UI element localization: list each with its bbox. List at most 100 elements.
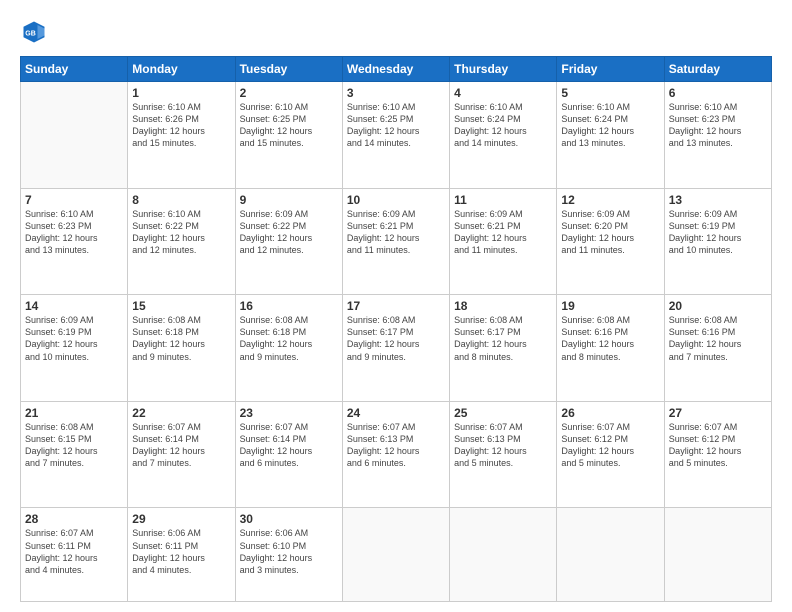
day-number: 28 xyxy=(25,512,123,526)
calendar-table: SundayMondayTuesdayWednesdayThursdayFrid… xyxy=(20,56,772,602)
day-info: Sunrise: 6:09 AM Sunset: 6:21 PM Dayligh… xyxy=(347,208,445,257)
calendar-cell: 22Sunrise: 6:07 AM Sunset: 6:14 PM Dayli… xyxy=(128,401,235,508)
weekday-thursday: Thursday xyxy=(450,57,557,82)
day-number: 9 xyxy=(240,193,338,207)
calendar-cell: 16Sunrise: 6:08 AM Sunset: 6:18 PM Dayli… xyxy=(235,295,342,402)
day-number: 11 xyxy=(454,193,552,207)
day-number: 18 xyxy=(454,299,552,313)
day-number: 26 xyxy=(561,406,659,420)
calendar-row-2: 7Sunrise: 6:10 AM Sunset: 6:23 PM Daylig… xyxy=(21,188,772,295)
day-info: Sunrise: 6:07 AM Sunset: 6:12 PM Dayligh… xyxy=(669,421,767,470)
day-number: 22 xyxy=(132,406,230,420)
header: GB xyxy=(20,18,772,46)
day-number: 13 xyxy=(669,193,767,207)
day-number: 21 xyxy=(25,406,123,420)
day-number: 23 xyxy=(240,406,338,420)
weekday-saturday: Saturday xyxy=(664,57,771,82)
day-info: Sunrise: 6:10 AM Sunset: 6:23 PM Dayligh… xyxy=(25,208,123,257)
calendar-cell: 3Sunrise: 6:10 AM Sunset: 6:25 PM Daylig… xyxy=(342,82,449,189)
calendar-cell xyxy=(450,508,557,602)
calendar-cell: 15Sunrise: 6:08 AM Sunset: 6:18 PM Dayli… xyxy=(128,295,235,402)
day-info: Sunrise: 6:10 AM Sunset: 6:25 PM Dayligh… xyxy=(347,101,445,150)
calendar-cell: 8Sunrise: 6:10 AM Sunset: 6:22 PM Daylig… xyxy=(128,188,235,295)
day-number: 29 xyxy=(132,512,230,526)
day-info: Sunrise: 6:06 AM Sunset: 6:11 PM Dayligh… xyxy=(132,527,230,576)
day-info: Sunrise: 6:08 AM Sunset: 6:15 PM Dayligh… xyxy=(25,421,123,470)
calendar-cell: 27Sunrise: 6:07 AM Sunset: 6:12 PM Dayli… xyxy=(664,401,771,508)
day-info: Sunrise: 6:07 AM Sunset: 6:12 PM Dayligh… xyxy=(561,421,659,470)
calendar-cell: 4Sunrise: 6:10 AM Sunset: 6:24 PM Daylig… xyxy=(450,82,557,189)
calendar-cell: 25Sunrise: 6:07 AM Sunset: 6:13 PM Dayli… xyxy=(450,401,557,508)
day-number: 5 xyxy=(561,86,659,100)
day-info: Sunrise: 6:07 AM Sunset: 6:11 PM Dayligh… xyxy=(25,527,123,576)
calendar-cell: 7Sunrise: 6:10 AM Sunset: 6:23 PM Daylig… xyxy=(21,188,128,295)
calendar-cell: 21Sunrise: 6:08 AM Sunset: 6:15 PM Dayli… xyxy=(21,401,128,508)
day-number: 15 xyxy=(132,299,230,313)
day-number: 8 xyxy=(132,193,230,207)
day-number: 30 xyxy=(240,512,338,526)
day-info: Sunrise: 6:06 AM Sunset: 6:10 PM Dayligh… xyxy=(240,527,338,576)
day-info: Sunrise: 6:08 AM Sunset: 6:18 PM Dayligh… xyxy=(132,314,230,363)
calendar-cell: 13Sunrise: 6:09 AM Sunset: 6:19 PM Dayli… xyxy=(664,188,771,295)
day-info: Sunrise: 6:08 AM Sunset: 6:17 PM Dayligh… xyxy=(347,314,445,363)
day-info: Sunrise: 6:07 AM Sunset: 6:13 PM Dayligh… xyxy=(454,421,552,470)
calendar-row-4: 21Sunrise: 6:08 AM Sunset: 6:15 PM Dayli… xyxy=(21,401,772,508)
calendar-cell: 23Sunrise: 6:07 AM Sunset: 6:14 PM Dayli… xyxy=(235,401,342,508)
day-number: 24 xyxy=(347,406,445,420)
day-number: 27 xyxy=(669,406,767,420)
weekday-wednesday: Wednesday xyxy=(342,57,449,82)
day-info: Sunrise: 6:10 AM Sunset: 6:24 PM Dayligh… xyxy=(454,101,552,150)
calendar-cell: 26Sunrise: 6:07 AM Sunset: 6:12 PM Dayli… xyxy=(557,401,664,508)
calendar-cell: 18Sunrise: 6:08 AM Sunset: 6:17 PM Dayli… xyxy=(450,295,557,402)
calendar-row-3: 14Sunrise: 6:09 AM Sunset: 6:19 PM Dayli… xyxy=(21,295,772,402)
day-info: Sunrise: 6:10 AM Sunset: 6:25 PM Dayligh… xyxy=(240,101,338,150)
day-info: Sunrise: 6:07 AM Sunset: 6:14 PM Dayligh… xyxy=(240,421,338,470)
day-info: Sunrise: 6:09 AM Sunset: 6:22 PM Dayligh… xyxy=(240,208,338,257)
calendar-cell xyxy=(664,508,771,602)
calendar-cell: 10Sunrise: 6:09 AM Sunset: 6:21 PM Dayli… xyxy=(342,188,449,295)
calendar-cell: 19Sunrise: 6:08 AM Sunset: 6:16 PM Dayli… xyxy=(557,295,664,402)
calendar-cell xyxy=(342,508,449,602)
logo: GB xyxy=(20,18,52,46)
calendar-cell: 29Sunrise: 6:06 AM Sunset: 6:11 PM Dayli… xyxy=(128,508,235,602)
day-number: 19 xyxy=(561,299,659,313)
calendar-row-1: 1Sunrise: 6:10 AM Sunset: 6:26 PM Daylig… xyxy=(21,82,772,189)
calendar-cell: 24Sunrise: 6:07 AM Sunset: 6:13 PM Dayli… xyxy=(342,401,449,508)
calendar-cell: 1Sunrise: 6:10 AM Sunset: 6:26 PM Daylig… xyxy=(128,82,235,189)
day-number: 12 xyxy=(561,193,659,207)
weekday-monday: Monday xyxy=(128,57,235,82)
day-info: Sunrise: 6:07 AM Sunset: 6:14 PM Dayligh… xyxy=(132,421,230,470)
calendar-cell: 11Sunrise: 6:09 AM Sunset: 6:21 PM Dayli… xyxy=(450,188,557,295)
day-number: 1 xyxy=(132,86,230,100)
day-number: 10 xyxy=(347,193,445,207)
day-info: Sunrise: 6:10 AM Sunset: 6:26 PM Dayligh… xyxy=(132,101,230,150)
calendar-cell: 12Sunrise: 6:09 AM Sunset: 6:20 PM Dayli… xyxy=(557,188,664,295)
day-info: Sunrise: 6:08 AM Sunset: 6:16 PM Dayligh… xyxy=(669,314,767,363)
weekday-tuesday: Tuesday xyxy=(235,57,342,82)
day-number: 7 xyxy=(25,193,123,207)
day-number: 3 xyxy=(347,86,445,100)
svg-text:GB: GB xyxy=(25,31,36,38)
calendar-cell: 14Sunrise: 6:09 AM Sunset: 6:19 PM Dayli… xyxy=(21,295,128,402)
logo-icon: GB xyxy=(20,18,48,46)
calendar-cell: 20Sunrise: 6:08 AM Sunset: 6:16 PM Dayli… xyxy=(664,295,771,402)
day-number: 17 xyxy=(347,299,445,313)
day-info: Sunrise: 6:10 AM Sunset: 6:23 PM Dayligh… xyxy=(669,101,767,150)
day-number: 6 xyxy=(669,86,767,100)
day-number: 16 xyxy=(240,299,338,313)
calendar-cell: 5Sunrise: 6:10 AM Sunset: 6:24 PM Daylig… xyxy=(557,82,664,189)
calendar-cell: 30Sunrise: 6:06 AM Sunset: 6:10 PM Dayli… xyxy=(235,508,342,602)
calendar-cell xyxy=(557,508,664,602)
day-info: Sunrise: 6:09 AM Sunset: 6:19 PM Dayligh… xyxy=(25,314,123,363)
day-info: Sunrise: 6:10 AM Sunset: 6:22 PM Dayligh… xyxy=(132,208,230,257)
day-number: 2 xyxy=(240,86,338,100)
day-info: Sunrise: 6:08 AM Sunset: 6:16 PM Dayligh… xyxy=(561,314,659,363)
day-number: 25 xyxy=(454,406,552,420)
calendar-cell: 6Sunrise: 6:10 AM Sunset: 6:23 PM Daylig… xyxy=(664,82,771,189)
day-info: Sunrise: 6:09 AM Sunset: 6:20 PM Dayligh… xyxy=(561,208,659,257)
day-info: Sunrise: 6:07 AM Sunset: 6:13 PM Dayligh… xyxy=(347,421,445,470)
day-info: Sunrise: 6:08 AM Sunset: 6:17 PM Dayligh… xyxy=(454,314,552,363)
calendar-cell: 9Sunrise: 6:09 AM Sunset: 6:22 PM Daylig… xyxy=(235,188,342,295)
calendar-cell: 17Sunrise: 6:08 AM Sunset: 6:17 PM Dayli… xyxy=(342,295,449,402)
weekday-friday: Friday xyxy=(557,57,664,82)
